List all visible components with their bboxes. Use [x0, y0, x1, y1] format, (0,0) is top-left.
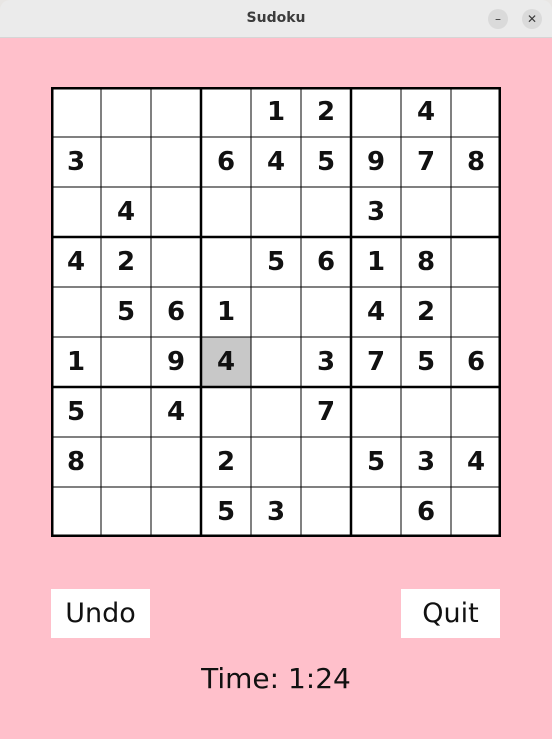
game-area: 1243645978434256185614219437565478253453…: [0, 38, 552, 739]
sudoku-cell-r4c3[interactable]: [151, 237, 201, 287]
sudoku-cell-r9c8[interactable]: 6: [401, 487, 451, 537]
sudoku-cell-r7c3[interactable]: 4: [151, 387, 201, 437]
sudoku-cell-r6c2[interactable]: [101, 337, 151, 387]
sudoku-cell-r1c2[interactable]: [101, 87, 151, 137]
sudoku-cell-r1c9[interactable]: [451, 87, 501, 137]
sudoku-cell-r3c9[interactable]: [451, 187, 501, 237]
sudoku-cell-r3c1[interactable]: [51, 187, 101, 237]
sudoku-cell-r9c5[interactable]: 3: [251, 487, 301, 537]
sudoku-cell-r5c6[interactable]: [301, 287, 351, 337]
sudoku-cell-r4c9[interactable]: [451, 237, 501, 287]
sudoku-cell-r7c7[interactable]: [351, 387, 401, 437]
sudoku-cell-r3c4[interactable]: [201, 187, 251, 237]
timer-display: Time: 1:24: [201, 662, 351, 695]
sudoku-cell-r8c4[interactable]: 2: [201, 437, 251, 487]
sudoku-cell-r6c5[interactable]: [251, 337, 301, 387]
sudoku-cell-r9c2[interactable]: [101, 487, 151, 537]
sudoku-cell-r6c1[interactable]: 1: [51, 337, 101, 387]
sudoku-cell-r7c5[interactable]: [251, 387, 301, 437]
sudoku-cell-r1c6[interactable]: 2: [301, 87, 351, 137]
close-button[interactable]: ✕: [522, 9, 542, 29]
sudoku-cell-r9c6[interactable]: [301, 487, 351, 537]
sudoku-cell-r5c4[interactable]: 1: [201, 287, 251, 337]
sudoku-cell-r8c1[interactable]: 8: [51, 437, 101, 487]
sudoku-cell-r3c7[interactable]: 3: [351, 187, 401, 237]
sudoku-board: 1243645978434256185614219437565478253453…: [51, 87, 501, 537]
sudoku-cell-r6c3[interactable]: 9: [151, 337, 201, 387]
sudoku-cell-r7c2[interactable]: [101, 387, 151, 437]
sudoku-cell-r2c5[interactable]: 4: [251, 137, 301, 187]
sudoku-cell-r6c9[interactable]: 6: [451, 337, 501, 387]
sudoku-cell-r7c9[interactable]: [451, 387, 501, 437]
sudoku-cell-r3c6[interactable]: [301, 187, 351, 237]
sudoku-cell-r3c3[interactable]: [151, 187, 201, 237]
sudoku-cell-r2c4[interactable]: 6: [201, 137, 251, 187]
sudoku-cell-r4c4[interactable]: [201, 237, 251, 287]
sudoku-cell-r4c8[interactable]: 8: [401, 237, 451, 287]
sudoku-cell-r2c3[interactable]: [151, 137, 201, 187]
sudoku-cell-r3c8[interactable]: [401, 187, 451, 237]
sudoku-cell-r9c1[interactable]: [51, 487, 101, 537]
sudoku-cell-r4c5[interactable]: 5: [251, 237, 301, 287]
sudoku-cell-r6c7[interactable]: 7: [351, 337, 401, 387]
sudoku-cell-r7c1[interactable]: 5: [51, 387, 101, 437]
sudoku-cell-r4c6[interactable]: 6: [301, 237, 351, 287]
window-title: Sudoku: [246, 10, 306, 26]
sudoku-cell-r1c3[interactable]: [151, 87, 201, 137]
sudoku-cell-r1c7[interactable]: [351, 87, 401, 137]
sudoku-cell-r4c7[interactable]: 1: [351, 237, 401, 287]
sudoku-cell-r5c2[interactable]: 5: [101, 287, 151, 337]
sudoku-cell-r2c1[interactable]: 3: [51, 137, 101, 187]
sudoku-cell-r1c5[interactable]: 1: [251, 87, 301, 137]
sudoku-cell-r9c9[interactable]: [451, 487, 501, 537]
undo-button[interactable]: Undo: [51, 589, 150, 638]
sudoku-cell-r9c7[interactable]: [351, 487, 401, 537]
sudoku-cell-r3c2[interactable]: 4: [101, 187, 151, 237]
title-bar[interactable]: Sudoku – ✕: [0, 0, 552, 38]
sudoku-cell-r8c3[interactable]: [151, 437, 201, 487]
sudoku-cell-r2c8[interactable]: 7: [401, 137, 451, 187]
sudoku-cell-r7c8[interactable]: [401, 387, 451, 437]
sudoku-cell-r5c8[interactable]: 2: [401, 287, 451, 337]
sudoku-cell-r8c9[interactable]: 4: [451, 437, 501, 487]
sudoku-cell-r8c7[interactable]: 5: [351, 437, 401, 487]
sudoku-cell-r6c4[interactable]: 4: [201, 337, 251, 387]
sudoku-cell-r2c6[interactable]: 5: [301, 137, 351, 187]
sudoku-cell-r7c6[interactable]: 7: [301, 387, 351, 437]
minimize-button[interactable]: –: [488, 9, 508, 29]
sudoku-cell-r3c5[interactable]: [251, 187, 301, 237]
sudoku-cell-r4c1[interactable]: 4: [51, 237, 101, 287]
sudoku-cell-r5c1[interactable]: [51, 287, 101, 337]
sudoku-cell-r8c6[interactable]: [301, 437, 351, 487]
sudoku-cell-r5c9[interactable]: [451, 287, 501, 337]
quit-button[interactable]: Quit: [401, 589, 500, 638]
sudoku-cell-r5c7[interactable]: 4: [351, 287, 401, 337]
sudoku-cell-r6c6[interactable]: 3: [301, 337, 351, 387]
sudoku-cell-r4c2[interactable]: 2: [101, 237, 151, 287]
sudoku-cell-r6c8[interactable]: 5: [401, 337, 451, 387]
sudoku-cell-r8c8[interactable]: 3: [401, 437, 451, 487]
sudoku-cell-r8c2[interactable]: [101, 437, 151, 487]
sudoku-cell-r2c2[interactable]: [101, 137, 151, 187]
sudoku-cell-r5c5[interactable]: [251, 287, 301, 337]
minimize-icon: –: [495, 12, 501, 26]
sudoku-cell-r7c4[interactable]: [201, 387, 251, 437]
sudoku-cell-r9c3[interactable]: [151, 487, 201, 537]
sudoku-cell-r1c8[interactable]: 4: [401, 87, 451, 137]
sudoku-cell-r9c4[interactable]: 5: [201, 487, 251, 537]
sudoku-cell-r2c7[interactable]: 9: [351, 137, 401, 187]
sudoku-cell-r1c1[interactable]: [51, 87, 101, 137]
app-window: Sudoku – ✕ 12436459784342561856142194375…: [0, 0, 552, 739]
close-icon: ✕: [526, 12, 538, 26]
sudoku-cell-r8c5[interactable]: [251, 437, 301, 487]
sudoku-cell-r2c9[interactable]: 8: [451, 137, 501, 187]
sudoku-cell-r1c4[interactable]: [201, 87, 251, 137]
sudoku-cell-r5c3[interactable]: 6: [151, 287, 201, 337]
